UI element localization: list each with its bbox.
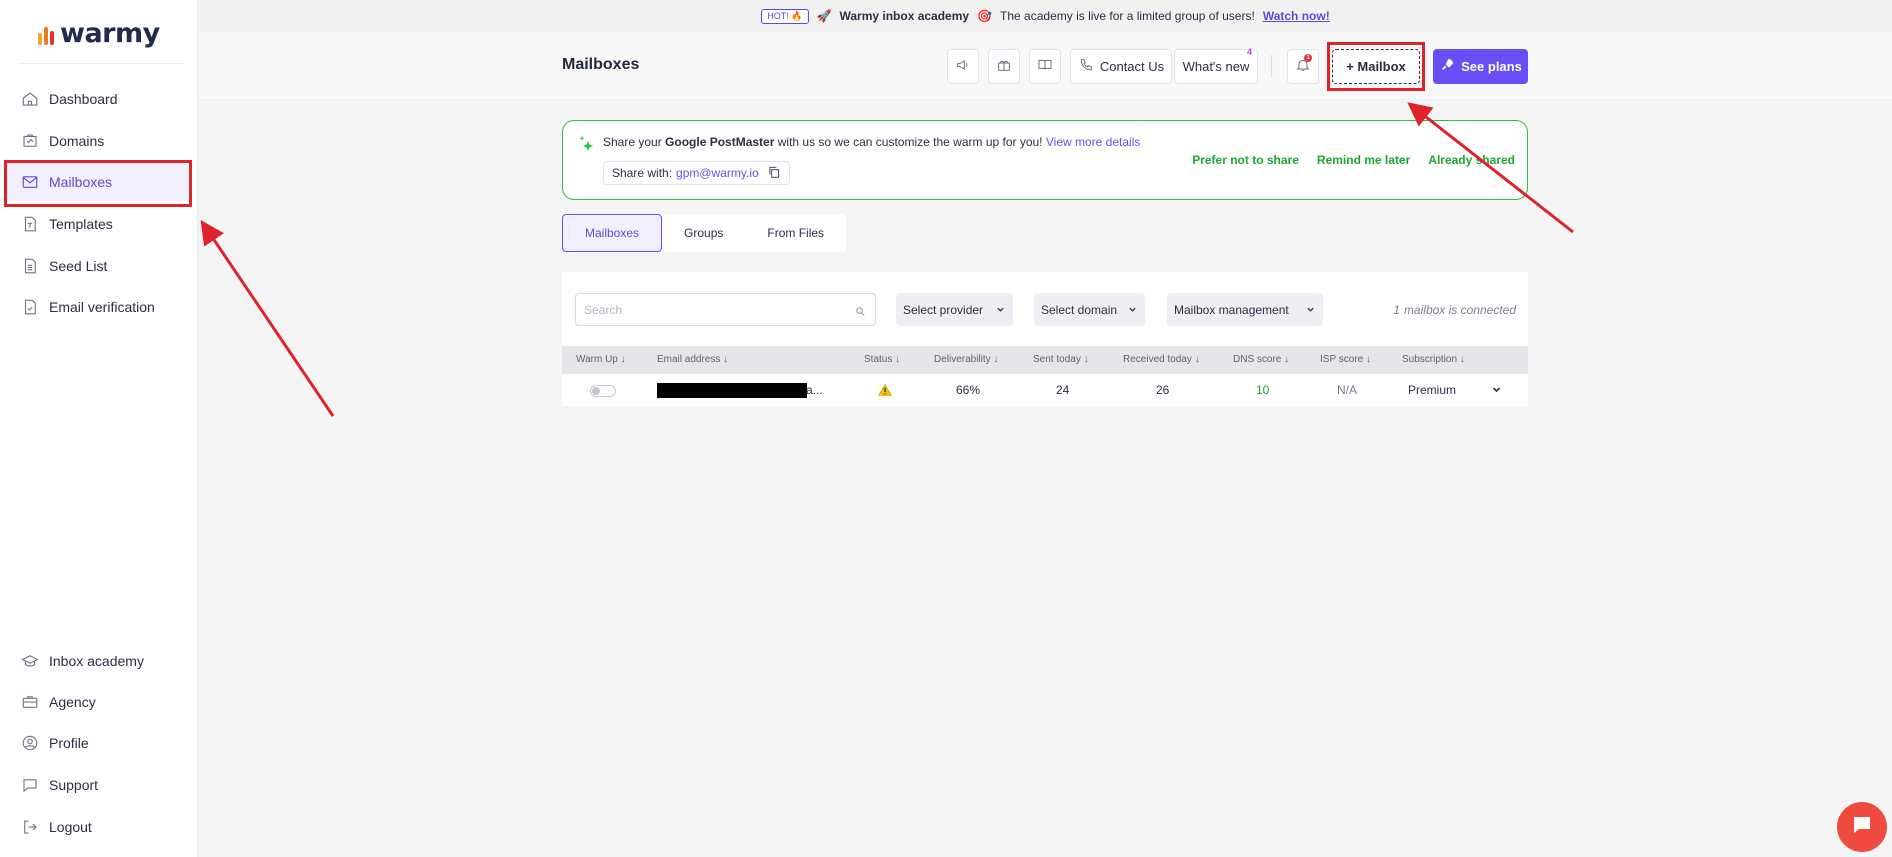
annotation-arrows	[200, 102, 1574, 417]
annotation-arrow	[1407, 102, 1574, 234]
annotation-arrow	[200, 220, 335, 417]
chat-bubble-icon	[1850, 813, 1874, 842]
chat-widget-button[interactable]	[1837, 802, 1887, 852]
